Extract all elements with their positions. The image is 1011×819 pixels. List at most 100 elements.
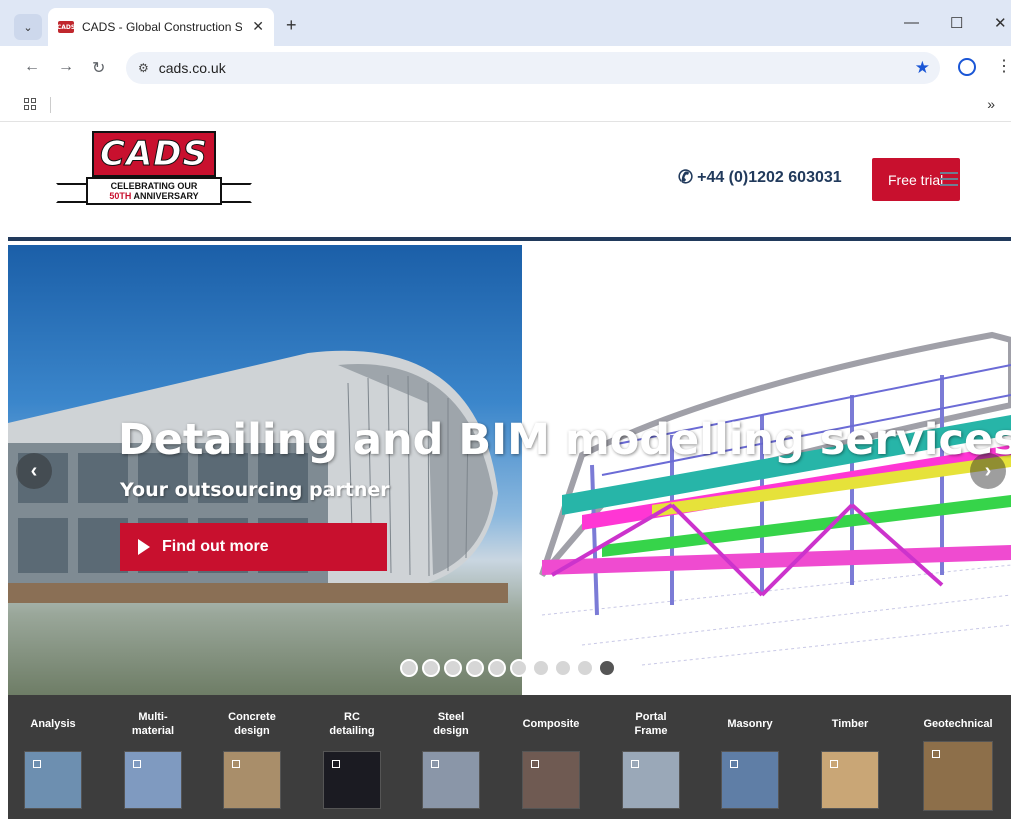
slider-dot[interactable] (598, 659, 616, 677)
hamburger-menu-icon[interactable] (940, 172, 958, 186)
category-thumbnail[interactable] (622, 751, 680, 809)
forward-button[interactable]: → (58, 58, 74, 76)
slider-dot[interactable] (554, 659, 572, 677)
category-label: Geotechnical (923, 718, 993, 730)
bookmark-star-icon[interactable]: ★ (915, 58, 930, 78)
phone-icon: ✆ (678, 167, 694, 187)
category-thumbnail[interactable] (422, 751, 480, 809)
thumbnail-placeholder-icon (730, 760, 738, 768)
browser-tab-active[interactable]: CADS CADS - Global Construction Software… (48, 8, 274, 46)
category-label: Composite (522, 718, 580, 730)
slider-dot[interactable] (422, 659, 440, 677)
bookmarks-more-icon[interactable]: » (987, 96, 995, 112)
banner-rest: ANNIVERSARY (131, 191, 199, 201)
phone-number: +44 (0)1202 603031 (697, 168, 842, 186)
close-window-button[interactable]: ✕ (994, 14, 1007, 32)
cads-favicon-icon: CADS (57, 21, 75, 33)
tab-title: CADS - Global Construction Software (82, 20, 242, 34)
find-out-more-label: Find out more (162, 538, 269, 555)
category-thumbnail[interactable] (522, 751, 580, 809)
slider-dot[interactable] (466, 659, 484, 677)
category-thumbnail[interactable] (24, 751, 82, 809)
tab-close-icon[interactable]: ✕ (252, 18, 264, 35)
slider-dot[interactable] (400, 659, 418, 677)
new-tab-button[interactable]: + (286, 15, 297, 36)
url-text[interactable]: cads.co.uk (159, 60, 226, 76)
profile-icon[interactable] (958, 58, 976, 76)
thumbnail-placeholder-icon (33, 760, 41, 768)
browser-menu-icon[interactable]: ⋮ (996, 56, 1011, 76)
logo-badge: CADS (92, 131, 216, 177)
thumbnail-placeholder-icon (332, 760, 340, 768)
category-thumbnail[interactable] (223, 751, 281, 809)
slider-prev-arrow-icon[interactable]: ‹ (16, 453, 52, 489)
category-label: Multi- material (131, 711, 175, 737)
category-thumbnail[interactable] (323, 751, 381, 809)
category-label: Timber (831, 718, 869, 730)
hero-slider: Detailing and BIM modelling services You… (8, 245, 1011, 695)
category-item[interactable]: Multi- material (108, 709, 198, 809)
site-info-icon[interactable]: ⚙ (138, 61, 149, 75)
category-item[interactable]: Masonry (705, 709, 795, 809)
category-thumbnail[interactable] (721, 751, 779, 809)
category-item[interactable]: Composite (506, 709, 596, 809)
find-out-more-button[interactable]: Find out more (120, 523, 387, 571)
cads-logo[interactable]: CADS CELEBRATING OUR 50TH ANNIVERSARY (56, 131, 252, 213)
maximize-button[interactable]: ☐ (950, 14, 963, 32)
category-item[interactable]: RC detailing (307, 709, 397, 809)
free-trial-button[interactable]: Free trial (872, 158, 960, 201)
category-label: Concrete design (228, 711, 276, 737)
category-item[interactable]: Portal Frame (606, 709, 696, 809)
bookmarks-separator (50, 97, 51, 113)
category-thumbnail[interactable] (821, 751, 879, 809)
thumbnail-placeholder-icon (932, 750, 940, 758)
thumbnail-placeholder-icon (133, 760, 141, 768)
slider-dot[interactable] (532, 659, 550, 677)
category-label: Portal Frame (634, 711, 668, 737)
address-bar[interactable]: ⚙ cads.co.uk ★ (126, 52, 940, 84)
category-item[interactable]: Steel design (406, 709, 496, 809)
slider-next-arrow-icon[interactable]: › (970, 453, 1006, 489)
site-header: CADS CELEBRATING OUR 50TH ANNIVERSARY ✆ … (8, 123, 1011, 241)
hero-title: Detailing and BIM modelling services (118, 415, 1011, 465)
browser-tab-bar: ⌄ CADS CADS - Global Construction Softwa… (0, 0, 1011, 46)
category-thumbnail[interactable] (923, 741, 993, 811)
category-label: RC detailing (329, 711, 375, 737)
anniversary-banner: CELEBRATING OUR 50TH ANNIVERSARY (86, 177, 222, 205)
slider-dot[interactable] (576, 659, 594, 677)
banner-line-2: 50TH ANNIVERSARY (109, 191, 198, 201)
phone-link[interactable]: ✆ +44 (0)1202 603031 (678, 167, 842, 188)
reload-button[interactable]: ↻ (92, 58, 105, 78)
category-item[interactable]: Geotechnical (913, 709, 1003, 811)
tab-list-button[interactable]: ⌄ (14, 14, 42, 40)
category-label: Steel design (433, 711, 469, 737)
back-button[interactable]: ← (24, 58, 40, 76)
category-item[interactable]: Timber (805, 709, 895, 809)
banner-highlight: 50TH (109, 191, 132, 201)
apps-grid-icon[interactable] (24, 98, 36, 110)
play-arrow-icon (138, 539, 150, 555)
banner-line-1: CELEBRATING OUR (110, 181, 198, 191)
web-page: CADS CELEBRATING OUR 50TH ANNIVERSARY ✆ … (8, 123, 1011, 819)
free-trial-label: Free trial (888, 171, 944, 188)
thumbnail-placeholder-icon (531, 760, 539, 768)
logo-text: CADS (100, 134, 208, 175)
thumbnail-placeholder-icon (431, 760, 439, 768)
product-categories-bar: Analysis Multi- material Concrete design RC… (8, 695, 1011, 819)
category-label: Analysis (30, 718, 76, 730)
hero-building-photo (8, 245, 522, 695)
slider-dot[interactable] (488, 659, 506, 677)
browser-toolbar: ← → ↻ ⚙ cads.co.uk ★ ⋮ (0, 46, 1011, 90)
slider-dot[interactable] (444, 659, 462, 677)
hero-subtitle: Your outsourcing partner (120, 479, 390, 501)
slider-dot[interactable] (510, 659, 528, 677)
thumbnail-placeholder-icon (232, 760, 240, 768)
category-thumbnail[interactable] (124, 751, 182, 809)
bim-steel-frame-illustration (539, 331, 1011, 666)
category-label: Masonry (727, 718, 773, 730)
logo-banner: CELEBRATING OUR 50TH ANNIVERSARY (56, 173, 252, 209)
category-item[interactable]: Analysis (8, 709, 98, 809)
bookmarks-bar: » (0, 90, 1011, 122)
category-item[interactable]: Concrete design (207, 709, 297, 809)
minimize-button[interactable]: — (904, 14, 919, 31)
